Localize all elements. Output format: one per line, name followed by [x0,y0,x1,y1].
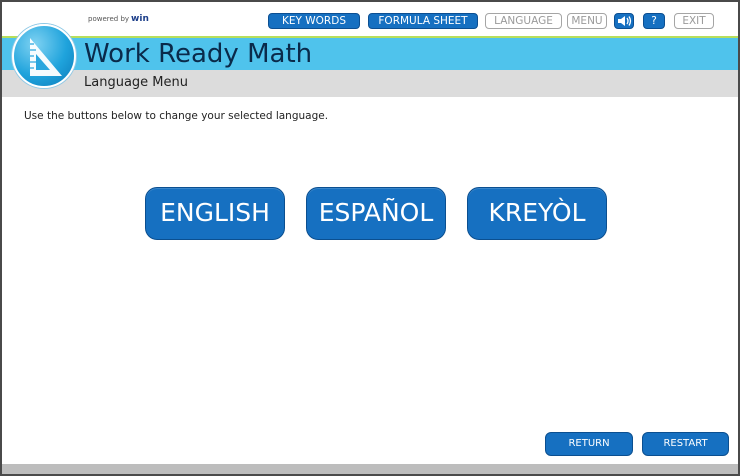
app-window: powered by win KEY WORDS FORMULA SHEET L… [0,0,740,476]
espanol-button[interactable]: ESPAÑOL [306,187,446,240]
key-words-button[interactable]: KEY WORDS [268,13,360,29]
win-brand-logo: win [131,14,149,24]
instructions-text: Use the buttons below to change your sel… [24,110,329,122]
bottom-bar [2,464,738,474]
english-button[interactable]: ENGLISH [145,187,285,240]
kreyol-button[interactable]: KREYÒL [467,187,607,240]
help-button[interactable]: ? [643,13,665,29]
subtitle-band: Language Menu [2,70,738,97]
page-title: Language Menu [84,75,188,90]
powered-by-badge: powered by win [88,12,149,26]
return-button[interactable]: RETURN [545,432,633,456]
app-logo [12,24,76,88]
exit-button[interactable]: EXIT [674,13,714,29]
language-button[interactable]: LANGUAGE [485,13,562,29]
speaker-icon [618,16,632,26]
formula-sheet-button[interactable]: FORMULA SHEET [368,13,478,29]
ruler-triangle-icon [30,38,62,76]
restart-button[interactable]: RESTART [642,432,729,456]
menu-button[interactable]: MENU [567,13,607,29]
powered-by-text: powered by [88,15,130,23]
app-title: Work Ready Math [84,39,313,69]
title-band: Work Ready Math [2,36,738,70]
audio-button[interactable] [614,13,634,29]
top-toolbar: powered by win KEY WORDS FORMULA SHEET L… [2,2,738,38]
